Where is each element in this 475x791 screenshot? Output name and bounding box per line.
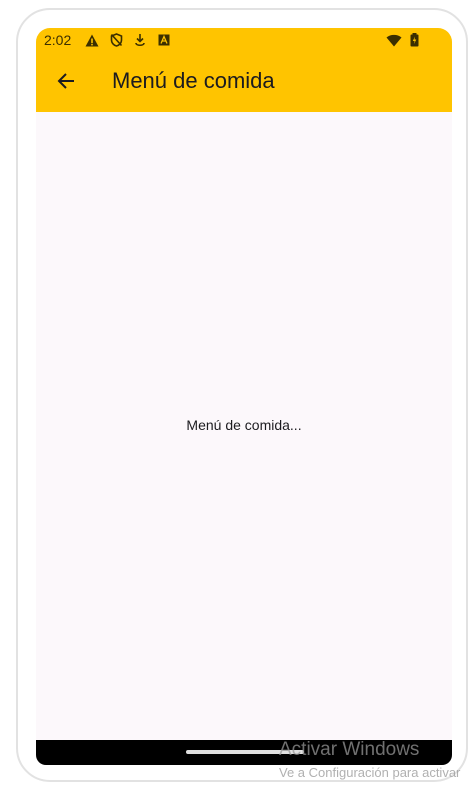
- warning-icon: [84, 33, 100, 47]
- battery-icon: [406, 33, 422, 47]
- loading-message: Menú de comida...: [186, 417, 302, 433]
- shield-off-icon: [108, 33, 124, 47]
- status-system-icons: [386, 33, 422, 47]
- status-time: 2:02: [44, 32, 72, 48]
- app-bar: Menú de comida: [36, 53, 452, 112]
- wifi-icon: [386, 33, 402, 47]
- windows-activation-subtitle: Ve a Configuración para activar: [279, 765, 461, 780]
- phone-screen: 2:02 Menú de comida Menú de comida...: [36, 28, 452, 765]
- arrow-left-icon: [56, 71, 76, 91]
- page-title: Menú de comida: [112, 68, 275, 93]
- a-box-icon: [156, 33, 172, 47]
- download-icon: [132, 33, 148, 47]
- status-bar: 2:02: [36, 28, 452, 53]
- windows-activation-title: Activar Windows: [279, 739, 420, 760]
- status-notification-icons: [84, 33, 172, 47]
- back-button[interactable]: [52, 67, 80, 95]
